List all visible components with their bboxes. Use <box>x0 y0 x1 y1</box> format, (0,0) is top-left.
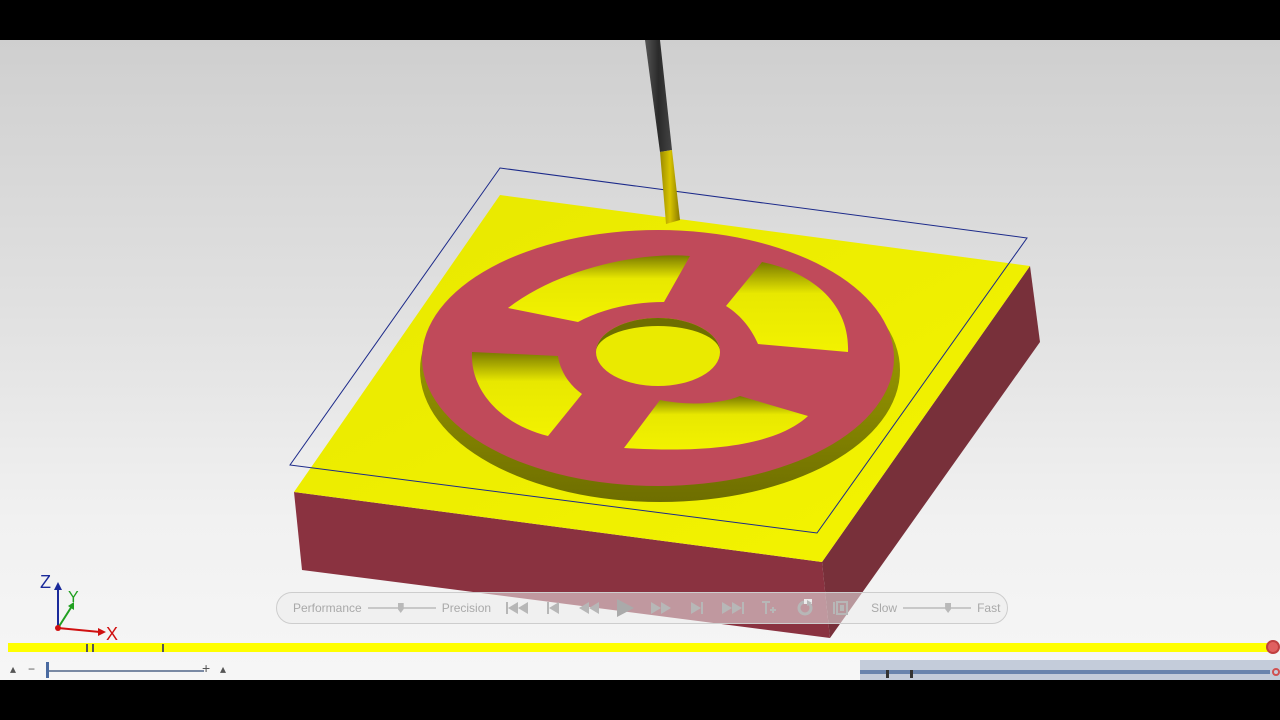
tool-shank <box>645 40 672 152</box>
scroll-right-icon[interactable]: ▴ <box>220 662 226 676</box>
overview-end-marker[interactable] <box>1272 668 1280 676</box>
stock-model <box>289 40 1040 638</box>
step-back-button[interactable] <box>535 596 571 620</box>
rewind-button[interactable] <box>571 596 607 620</box>
slow-label: Slow <box>871 601 898 615</box>
skip-to-end-button[interactable] <box>715 596 751 620</box>
zoom-out-button[interactable]: − <box>28 662 35 676</box>
stop-at-icon <box>833 601 849 615</box>
play-button[interactable] <box>607 596 643 620</box>
skip-to-start-button[interactable] <box>499 596 535 620</box>
axis-triad: Z Y X <box>40 572 118 644</box>
axis-x-label: X <box>106 624 118 644</box>
timeline-overview[interactable] <box>860 660 1280 680</box>
precision-label: Precision <box>441 601 492 615</box>
add-breakpoint-icon <box>762 601 777 614</box>
zoom-slider-track[interactable] <box>48 670 204 672</box>
zoom-in-button[interactable]: + <box>202 660 210 676</box>
step-forward-icon <box>691 602 704 614</box>
step-forward-button[interactable] <box>679 596 715 620</box>
refresh-button[interactable] <box>787 596 823 620</box>
refresh-icon <box>797 599 813 616</box>
rewind-icon <box>579 602 600 614</box>
simulation-timeline[interactable] <box>8 643 1270 652</box>
fast-label: Fast <box>977 601 1001 615</box>
add-breakpoint-button[interactable] <box>751 596 787 620</box>
letterbox-bottom <box>0 680 1280 720</box>
fast-forward-button[interactable] <box>643 596 679 620</box>
skip-to-start-icon <box>506 602 529 614</box>
play-icon <box>617 599 635 617</box>
axis-y-label: Y <box>68 589 79 606</box>
scroll-left-icon[interactable]: ▴ <box>10 662 16 676</box>
step-back-icon <box>547 602 560 614</box>
speed-slider[interactable] <box>903 602 972 614</box>
timeline-zoom: ▴ − + ▴ <box>8 660 248 680</box>
playback-control-bar: Performance Precision Slow Fast <box>276 592 1008 624</box>
axis-z-label: Z <box>40 572 51 592</box>
letterbox-top <box>0 0 1280 40</box>
quality-slider[interactable] <box>367 602 436 614</box>
skip-to-end-icon <box>722 602 745 614</box>
tool-tip <box>660 150 680 224</box>
timeline-end-handle[interactable] <box>1266 640 1280 654</box>
zoom-slider-thumb[interactable] <box>46 662 49 678</box>
stop-at-button[interactable] <box>823 596 859 620</box>
fast-forward-icon <box>651 602 672 614</box>
performance-label: Performance <box>293 601 362 615</box>
3d-viewport[interactable]: Z Y X Performance Precision Slow Fast ▴ … <box>0 40 1280 680</box>
